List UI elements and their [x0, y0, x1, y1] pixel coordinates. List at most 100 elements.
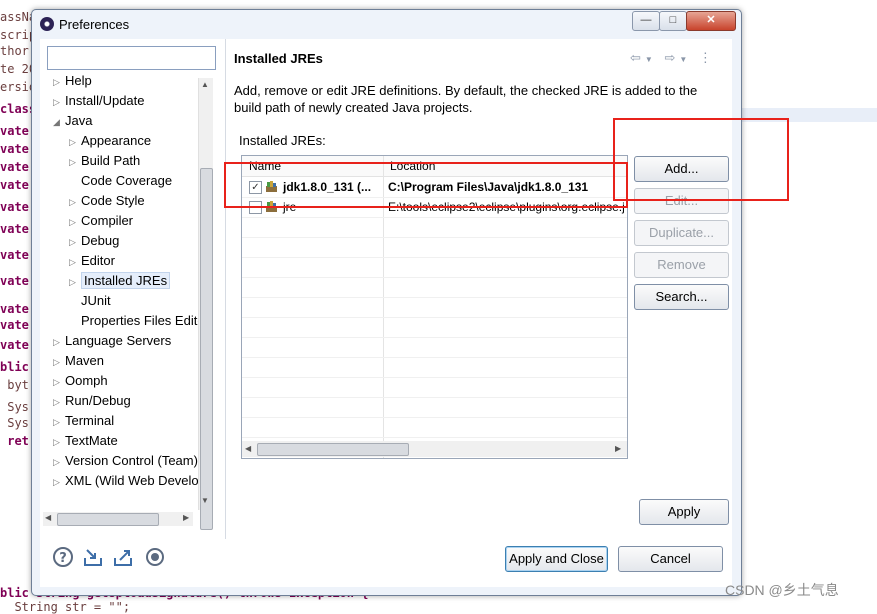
apply-button[interactable]: Apply	[639, 499, 729, 525]
collapsed-arrow-icon[interactable]: ▷	[53, 472, 65, 492]
tree-item[interactable]: ▷ Debug	[69, 231, 119, 251]
import-icon[interactable]	[82, 546, 104, 568]
collapsed-arrow-icon[interactable]: ▷	[53, 432, 65, 452]
collapsed-arrow-icon[interactable]: ▷	[53, 352, 65, 372]
tree-item[interactable]: ▷ Oomph	[53, 371, 108, 391]
collapsed-arrow-icon[interactable]: ▷	[69, 132, 81, 152]
installed-jres-label: Installed JREs:	[239, 133, 326, 148]
maximize-button[interactable]: □	[659, 11, 687, 31]
table-row	[242, 257, 627, 278]
tree-item[interactable]: ▷ Build Path	[69, 151, 140, 171]
editor-line: vate	[0, 222, 29, 236]
tree-item-label: Install/Update	[65, 93, 145, 108]
tree-item-label: Code Style	[81, 193, 145, 208]
scroll-thumb[interactable]	[257, 443, 409, 456]
window-title: Preferences	[59, 17, 130, 32]
tree-item-label: Java	[65, 113, 93, 128]
tree-item[interactable]: ▷ Compiler	[69, 211, 133, 231]
tree-item-label: Oomph	[65, 373, 108, 388]
record-icon[interactable]	[144, 546, 166, 568]
more-icon[interactable]: ⋮	[699, 50, 716, 65]
editor-line: vate	[0, 274, 29, 288]
collapsed-arrow-icon[interactable]: ▷	[53, 92, 65, 112]
tree-item-label: Build Path	[81, 153, 141, 168]
tree-item[interactable]: ▷ TextMate	[53, 431, 118, 451]
tree-item[interactable]: ▷ Editor	[69, 251, 115, 271]
editor-line: vate	[0, 160, 29, 174]
eclipse-icon	[40, 17, 54, 31]
tree-item-label: Maven	[65, 353, 105, 368]
editor-line: byt	[0, 378, 29, 392]
filter-input[interactable]	[47, 46, 216, 70]
collapsed-arrow-icon[interactable]: ▷	[53, 372, 65, 392]
tree-item[interactable]: ▷ Terminal	[53, 411, 114, 431]
editor-line: vate	[0, 248, 29, 262]
collapsed-arrow-icon[interactable]: ▷	[53, 72, 65, 92]
collapsed-arrow-icon[interactable]: ▷	[69, 272, 81, 292]
expanded-arrow-icon[interactable]: ◢	[53, 112, 65, 132]
scroll-thumb[interactable]	[200, 168, 213, 530]
tree-item[interactable]: Properties Files Editor	[69, 311, 209, 331]
forward-menu-icon[interactable]: ▼	[679, 55, 691, 64]
table-horizontal-scrollbar[interactable]: ◀ ▶	[242, 441, 627, 457]
help-icon[interactable]: ?	[52, 546, 74, 568]
splitter[interactable]	[225, 39, 226, 539]
table-row	[242, 217, 627, 238]
tree-item[interactable]: ▷ XML (Wild Web Developer)	[53, 471, 212, 491]
tree-item[interactable]: ▷ Maven	[53, 351, 104, 371]
editor-line: vate	[0, 178, 29, 192]
close-button[interactable]: ✕	[686, 11, 736, 31]
tree-item[interactable]: ▷ Appearance	[69, 131, 151, 151]
search-button[interactable]: Search...	[634, 284, 729, 310]
cancel-button[interactable]: Cancel	[618, 546, 723, 572]
tree-vertical-scrollbar[interactable]: ▲ ▼	[198, 78, 213, 530]
collapsed-arrow-icon[interactable]: ▷	[53, 392, 65, 412]
editor-line: vate	[0, 200, 29, 214]
tree-item-label: Compiler	[81, 213, 134, 228]
scroll-right-icon[interactable]: ▶	[615, 444, 621, 453]
collapsed-arrow-icon[interactable]: ▷	[69, 152, 81, 172]
collapsed-arrow-icon[interactable]: ▷	[69, 232, 81, 252]
scroll-right-icon[interactable]: ▶	[183, 513, 189, 522]
title-bar[interactable]: Preferences — □ ✕	[32, 10, 741, 38]
page-navigation: ⇦▼ ⇨▼ ⋮	[630, 50, 716, 66]
tree-horizontal-scrollbar[interactable]: ◀ ▶	[43, 512, 193, 526]
tree-item[interactable]: Code Coverage	[69, 171, 172, 191]
editor-line: Sys	[0, 400, 29, 414]
scroll-down-icon[interactable]: ▼	[201, 496, 209, 505]
scroll-left-icon[interactable]: ◀	[245, 444, 251, 453]
collapsed-arrow-icon[interactable]: ▷	[69, 252, 81, 272]
tree-item[interactable]: ▷ Install/Update	[53, 91, 145, 111]
collapsed-arrow-icon[interactable]: ▷	[53, 332, 65, 352]
tree-item[interactable]: ▷ Code Style	[69, 191, 145, 211]
remove-button[interactable]: Remove	[634, 252, 729, 278]
tree-item-label: Terminal	[65, 413, 115, 428]
collapsed-arrow-icon[interactable]: ▷	[53, 412, 65, 432]
back-menu-icon[interactable]: ▼	[645, 55, 657, 64]
back-icon[interactable]: ⇦	[630, 50, 645, 65]
minimize-button[interactable]: —	[632, 11, 660, 31]
editor-line: ret	[0, 434, 29, 448]
collapsed-arrow-icon[interactable]: ▷	[69, 212, 81, 232]
tree-item[interactable]: ▷ Run/Debug	[53, 391, 131, 411]
apply-and-close-button[interactable]: Apply and Close	[505, 546, 608, 572]
tree-item[interactable]: ▷ Installed JREs	[69, 271, 171, 292]
annotation-box-add-button	[613, 118, 789, 201]
tree-item[interactable]: ▷ Language Servers	[53, 331, 171, 351]
tree-item[interactable]: ▷ Version Control (Team)	[53, 451, 198, 471]
tree-item[interactable]: ◢ Java	[53, 111, 92, 131]
table-row	[242, 417, 627, 438]
tree-item[interactable]: JUnit	[69, 291, 111, 311]
scroll-thumb[interactable]	[57, 513, 159, 526]
tree-item-label: Code Coverage	[81, 173, 173, 188]
scroll-left-icon[interactable]: ◀	[45, 513, 51, 522]
forward-icon[interactable]: ⇨	[664, 50, 679, 65]
collapsed-arrow-icon[interactable]: ▷	[69, 192, 81, 212]
export-icon[interactable]	[112, 546, 134, 568]
duplicate-button[interactable]: Duplicate...	[634, 220, 729, 246]
editor-bottom-line-2: String str = "";	[0, 600, 131, 614]
tree-item[interactable]: ▷ Help	[53, 71, 92, 91]
collapsed-arrow-icon[interactable]: ▷	[53, 452, 65, 472]
tree-item-label: Appearance	[81, 133, 152, 148]
scroll-up-icon[interactable]: ▲	[201, 80, 209, 89]
